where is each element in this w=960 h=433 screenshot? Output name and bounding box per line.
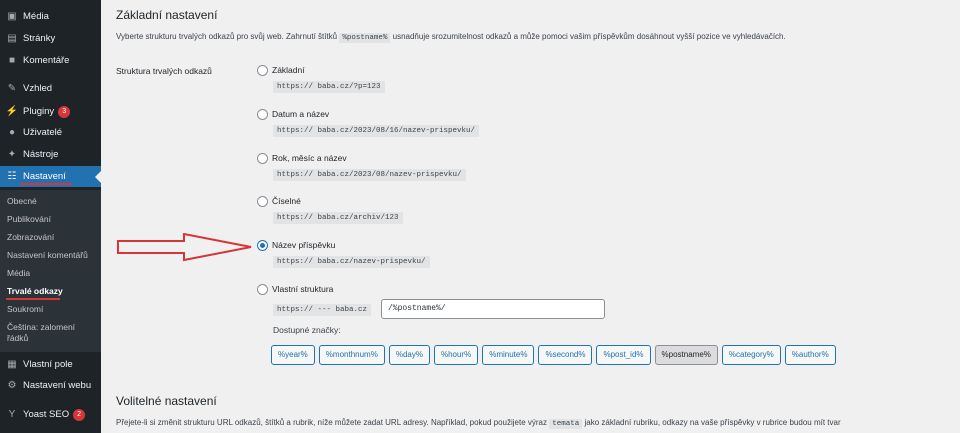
submenu-item-line-breaks[interactable]: Čeština: zalomení řádků xyxy=(7,322,97,344)
comments-icon: ■ xyxy=(8,55,16,66)
postname-code: %postname% xyxy=(339,33,391,43)
menu-label: Nastavení xyxy=(23,171,66,182)
settings-icon: ☷ xyxy=(7,171,17,182)
radio-post-name[interactable] xyxy=(257,240,268,251)
plugins-update-badge: 3 xyxy=(58,105,71,118)
permalink-structure-label: Struktura trvalých odkazů xyxy=(116,66,212,76)
radio-day-and-name[interactable] xyxy=(257,109,268,120)
description-text: jako základní rubriku, odkazy na vaše př… xyxy=(584,418,841,427)
radio-plain[interactable] xyxy=(257,65,268,76)
option-label[interactable]: Název příspěvku xyxy=(272,240,335,250)
menu-label: Nastavení webu xyxy=(23,380,92,391)
menu-item-yoast-seo[interactable]: Y Yoast SEO 2 xyxy=(0,404,101,425)
category-base-code: temata xyxy=(549,419,583,429)
tag-button-minute[interactable]: %minute% xyxy=(482,345,535,365)
menu-label: Vzhled xyxy=(23,83,53,94)
tag-button-hour[interactable]: %hour% xyxy=(433,345,479,365)
menu-item-appearance[interactable]: ✎ Vzhled xyxy=(0,78,101,99)
tag-button-author[interactable]: %author% xyxy=(784,345,836,365)
menu-item-media[interactable]: ▣ Média xyxy=(0,6,101,27)
available-tags: %year% %monthnum% %day% %hour% %minute% … xyxy=(271,345,836,365)
example-url: https:// baba.cz/2023/08/16/nazev-prispe… xyxy=(273,125,480,137)
option-label[interactable]: Rok, měsíc a název xyxy=(272,153,347,163)
submenu-item-media[interactable]: Média xyxy=(7,268,97,279)
menu-item-plugins[interactable]: ⚡ Pluginy 3 xyxy=(0,101,101,122)
radio-month-and-name[interactable] xyxy=(257,153,268,164)
optional-description: Přejete-li si změnit strukturu URL odkaz… xyxy=(116,418,841,429)
tag-button-category[interactable]: %category% xyxy=(721,345,781,365)
menu-label: Pluginy xyxy=(23,106,55,117)
submenu-item-reading[interactable]: Zobrazování xyxy=(7,232,97,243)
available-tags-label: Dostupné značky: xyxy=(273,325,341,335)
submenu-item-permalinks[interactable]: Trvalé odkazy xyxy=(7,286,97,297)
option-label[interactable]: Datum a název xyxy=(272,109,329,119)
example-url: https:// baba.cz/2023/08/nazev-prispevku… xyxy=(273,169,466,181)
example-url: https:// baba.cz/nazev-prispevku/ xyxy=(273,256,430,268)
menu-item-tools[interactable]: ✦ Nástroje xyxy=(0,144,101,165)
tools-icon: ✦ xyxy=(7,149,17,160)
users-icon: ● xyxy=(8,127,16,138)
submenu-item-privacy[interactable]: Soukromí xyxy=(7,304,97,315)
tag-button-post-id[interactable]: %post_id% xyxy=(596,345,651,365)
option-label[interactable]: Číselné xyxy=(272,196,301,206)
option-label[interactable]: Vlastní struktura xyxy=(272,284,333,294)
menu-item-pages[interactable]: ▤ Stránky xyxy=(0,28,101,49)
menu-label: Komentáře xyxy=(23,55,70,66)
menu-label: Uživatelé xyxy=(23,127,63,138)
description-text: Přejete-li si změnit strukturu URL odkaz… xyxy=(116,418,547,427)
appearance-icon: ✎ xyxy=(7,83,17,94)
tag-button-postname[interactable]: %postname% xyxy=(654,345,718,365)
pages-icon: ▤ xyxy=(7,33,17,44)
custom-base-url: https:// --- baba.cz xyxy=(273,304,372,316)
menu-item-custom-fields[interactable]: ▦ Vlastní pole xyxy=(0,354,101,375)
tag-button-monthnum[interactable]: %monthnum% xyxy=(318,345,385,365)
menu-item-users[interactable]: ● Uživatelé xyxy=(0,122,101,143)
example-url: https:// baba.cz/archiv/123 xyxy=(273,212,403,224)
section-description: Vyberte strukturu trvalých odkazů pro sv… xyxy=(116,32,786,43)
yoast-icon: Y xyxy=(8,409,16,420)
menu-item-comments[interactable]: ■ Komentáře xyxy=(0,50,101,71)
admin-sidebar: ▣ Média ▤ Stránky ■ Komentáře ✎ Vzhled ⚡… xyxy=(0,0,101,433)
section-title-common: Základní nastavení xyxy=(116,8,218,22)
description-text: Vyberte strukturu trvalých odkazů pro sv… xyxy=(116,32,338,41)
submenu-item-general[interactable]: Obecné xyxy=(7,196,97,207)
settings-annotation-underline xyxy=(20,183,72,185)
custom-structure-input[interactable]: /%postname%/ xyxy=(381,299,605,319)
tag-button-day[interactable]: %day% xyxy=(388,345,430,365)
settings-submenu: Obecné Publikování Zobrazování Nastavení… xyxy=(0,190,101,352)
tag-button-year[interactable]: %year% xyxy=(271,345,315,365)
yoast-notification-badge: 2 xyxy=(73,408,86,421)
option-label[interactable]: Základní xyxy=(272,65,305,75)
description-text: usnadňuje srozumitelnost odkazů a může p… xyxy=(392,32,786,41)
settings-main: Základní nastavení Vyberte strukturu trv… xyxy=(101,0,960,433)
section-title-optional: Volitelné nastavení xyxy=(116,394,217,408)
submenu-item-discussion[interactable]: Nastavení komentářů xyxy=(7,250,97,261)
custom-fields-icon: ▦ xyxy=(7,359,17,370)
site-settings-icon: ⚙ xyxy=(7,380,17,391)
radio-custom-structure[interactable] xyxy=(257,284,268,295)
permalinks-annotation-underline xyxy=(6,298,60,300)
menu-label: Yoast SEO xyxy=(23,409,70,420)
annotation-arrow-icon xyxy=(117,233,252,262)
radio-numeric[interactable] xyxy=(257,196,268,207)
media-icon: ▣ xyxy=(7,11,17,22)
tag-button-second[interactable]: %second% xyxy=(538,345,593,365)
menu-label: Nástroje xyxy=(23,149,59,160)
submenu-item-writing[interactable]: Publikování xyxy=(7,214,97,225)
menu-label: Média xyxy=(23,11,49,22)
menu-label: Stránky xyxy=(23,33,56,44)
menu-label: Vlastní pole xyxy=(23,359,73,370)
plugins-icon: ⚡ xyxy=(5,106,19,117)
example-url: https:// baba.cz/?p=123 xyxy=(273,81,385,93)
menu-item-site-settings[interactable]: ⚙ Nastavení webu xyxy=(0,375,101,396)
